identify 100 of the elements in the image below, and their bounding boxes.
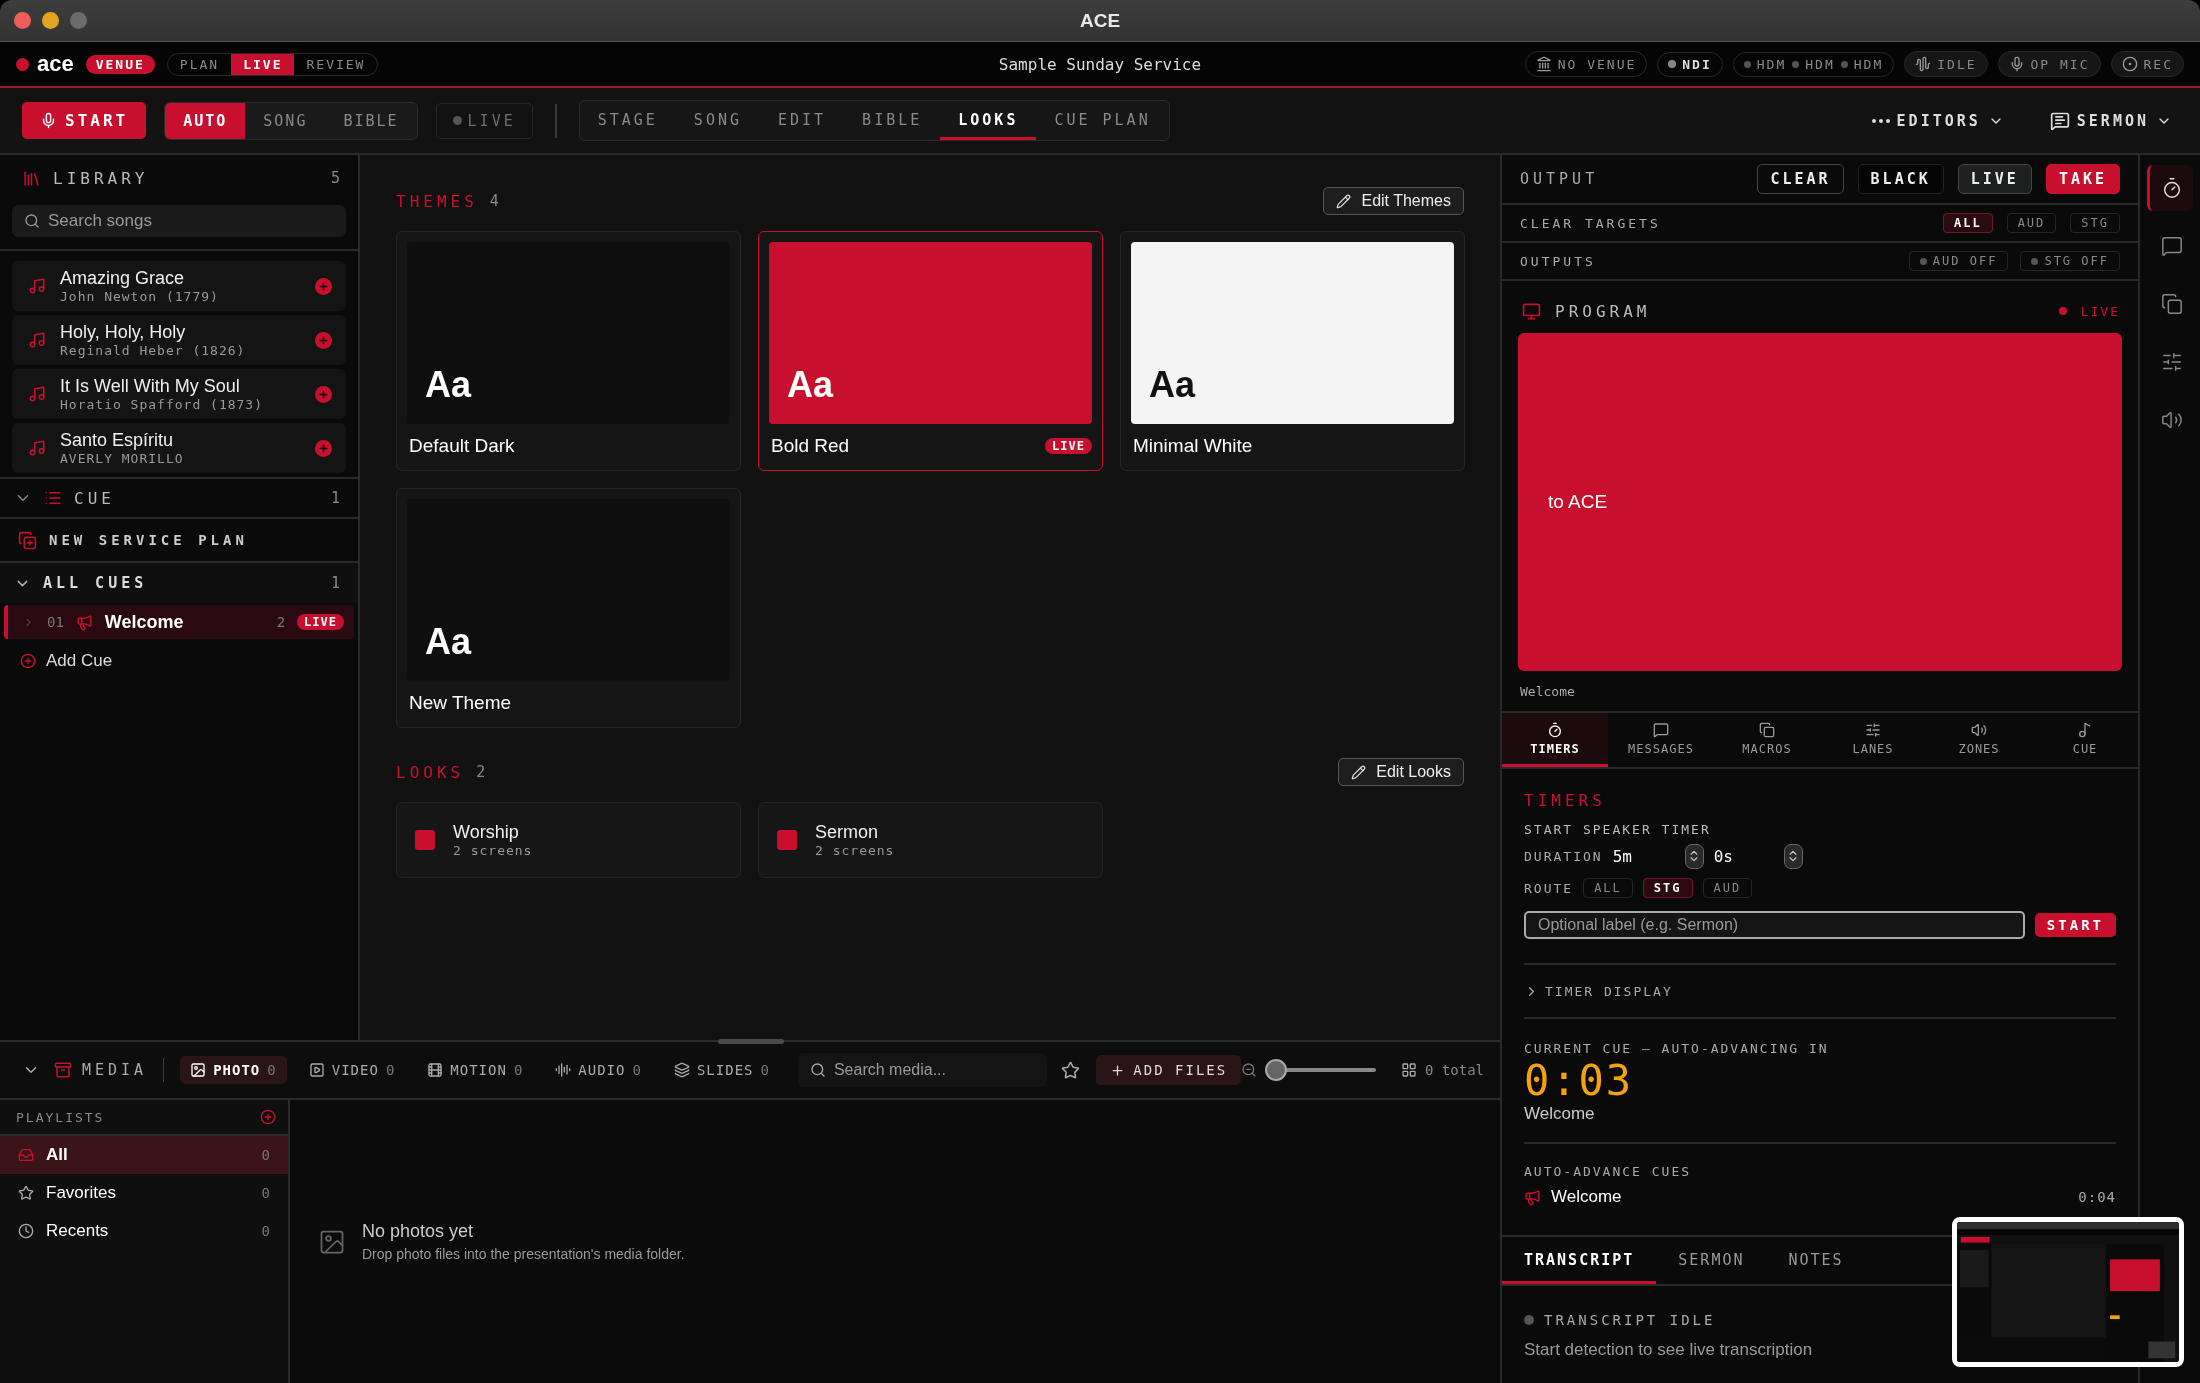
sidebar-tab[interactable]	[2147, 165, 2193, 211]
theme-card[interactable]: Aa Default Dark	[396, 231, 741, 471]
window-close-button[interactable]	[14, 12, 31, 29]
search-icon	[809, 1062, 826, 1078]
tool-tab[interactable]: MESSAGES	[1608, 713, 1714, 767]
playlist-item[interactable]: All 0	[0, 1136, 288, 1174]
media-tab[interactable]: PHOTO 0	[180, 1056, 287, 1084]
target-option[interactable]: AUD	[2006, 213, 2057, 233]
new-plan-button[interactable]: NEW SERVICE PLAN	[49, 532, 248, 548]
song-item[interactable]: It Is Well With My Soul Horatio Spafford (1873)	[12, 369, 346, 419]
plus-icon	[1110, 1062, 1126, 1078]
mode-toggle[interactable]: SONG	[245, 102, 326, 139]
theme-sample: Aa	[787, 364, 834, 406]
slider-thumb[interactable]	[1265, 1059, 1288, 1081]
stepper-button[interactable]	[1783, 843, 1803, 869]
output-toggle[interactable]: AUD OFF	[1908, 251, 2009, 271]
route-option[interactable]: STG	[1642, 878, 1693, 898]
view-tab[interactable]: BIBLE	[844, 101, 941, 140]
look-icon	[777, 830, 797, 850]
media-tab[interactable]: AUDIO 0	[545, 1056, 652, 1084]
look-card[interactable]: Sermon 2 screens	[758, 802, 1103, 878]
playlist-item[interactable]: Favorites 0	[0, 1174, 288, 1212]
field-label: DURATION	[1524, 848, 1603, 864]
add-files-button[interactable]: ADD FILES	[1096, 1055, 1242, 1085]
target-option[interactable]: ALL	[1942, 213, 1993, 233]
mode-toggle[interactable]: AUTO	[165, 102, 246, 139]
start-button[interactable]: START	[22, 102, 147, 139]
media-tab[interactable]: MOTION 0	[417, 1056, 534, 1084]
add-button[interactable]	[315, 331, 332, 349]
message-icon	[2049, 110, 2070, 131]
playlist-item[interactable]: Recents 0	[0, 1212, 288, 1250]
pencil-icon	[1351, 764, 1367, 780]
add-plan-icon	[18, 530, 37, 550]
output-button[interactable]: BLACK	[1857, 164, 1944, 194]
view-tab[interactable]: EDIT	[760, 101, 845, 140]
service-title: Sample Sunday Service	[998, 54, 1202, 74]
look-card[interactable]: Worship 2 screens	[396, 802, 741, 878]
section-title: PLAYLISTS	[16, 1109, 105, 1125]
song-item[interactable]: Holy, Holy, Holy Reginald Heber (1826)	[12, 315, 346, 365]
theme-card[interactable]: Aa New Theme	[396, 488, 741, 728]
media-tab[interactable]: SLIDES 0	[663, 1056, 780, 1084]
music-note-icon	[28, 331, 46, 349]
sliders-icon	[1865, 721, 1881, 738]
search-field[interactable]: Search media...	[797, 1053, 1048, 1087]
theme-card[interactable]: Aa Bold Red LIVE	[758, 231, 1103, 471]
section-subtitle: CURRENT CUE — AUTO-ADVANCING IN	[1524, 1041, 1830, 1056]
theme-card[interactable]: Aa Minimal White	[1120, 231, 1465, 471]
target-option[interactable]: STG	[2070, 213, 2120, 233]
output-button[interactable]: TAKE	[2045, 164, 2120, 194]
live-button[interactable]: LIVE	[435, 102, 533, 139]
row-label: CLEAR TARGETS	[1520, 215, 1661, 231]
cue-item[interactable]: 01 Welcome 2 LIVE	[4, 605, 354, 639]
count-label: 0	[261, 1147, 270, 1163]
output-toggle[interactable]: STG OFF	[2020, 251, 2120, 271]
mode-toggle[interactable]: BIBLE	[325, 102, 417, 139]
tool-tab[interactable]: CUE	[2032, 713, 2138, 767]
resize-handle[interactable]	[718, 1039, 784, 1044]
view-tab[interactable]: STAGE	[579, 101, 676, 140]
live-status: LIVE	[2080, 303, 2120, 319]
tool-tab[interactable]: MACROS	[1714, 713, 1820, 767]
edit-themes-button[interactable]: Edit Themes	[1323, 187, 1464, 215]
notes-tab[interactable]: SERMON	[1656, 1237, 1767, 1285]
sermon-menu[interactable]: SERMON	[2043, 109, 2178, 132]
tool-tab[interactable]: TIMERS	[1502, 713, 1608, 767]
add-cue-button[interactable]: Add Cue	[0, 641, 133, 681]
add-button[interactable]	[315, 277, 332, 295]
add-button[interactable]	[315, 385, 332, 403]
song-item[interactable]: Santo Espíritu AVERLY MORILLO	[12, 423, 346, 473]
view-tab[interactable]: CUE PLAN	[1036, 101, 1169, 140]
empty-title: No photos yet	[362, 1221, 475, 1242]
song-item[interactable]: Amazing Grace John Newton (1779)	[12, 261, 346, 311]
view-tab[interactable]: LOOKS	[940, 101, 1037, 140]
output-button[interactable]: CLEAR	[1757, 164, 1844, 194]
add-button[interactable]	[315, 439, 332, 457]
editors-menu[interactable]: EDITORS	[1865, 110, 2010, 131]
mode-tab[interactable]: REVIEW	[294, 53, 378, 75]
label-field[interactable]: Optional label (e.g. Sermon)	[1524, 911, 2025, 939]
notes-tab[interactable]: TRANSCRIPT	[1502, 1237, 1657, 1285]
clock-icon	[18, 1223, 34, 1239]
start-timer-button[interactable]: START	[2034, 913, 2116, 937]
plus-icon	[318, 280, 329, 292]
edit-looks-button[interactable]: Edit Looks	[1338, 758, 1464, 786]
mode-tab[interactable]: PLAN	[167, 53, 232, 75]
stepper-button[interactable]	[1684, 843, 1704, 869]
route-option[interactable]: AUD	[1702, 878, 1753, 898]
count-label: 5	[330, 169, 340, 187]
route-option[interactable]: ALL	[1583, 878, 1633, 898]
view-tab[interactable]: SONG	[675, 101, 760, 140]
tool-tab[interactable]: ZONES	[1926, 713, 2032, 767]
mode-tab[interactable]: LIVE	[231, 53, 295, 75]
window-minimize-button[interactable]	[42, 12, 59, 29]
grid-icon	[1401, 1062, 1417, 1078]
app-logo: ace	[37, 51, 74, 77]
tool-tab[interactable]: LANES	[1820, 713, 1926, 767]
media-tab[interactable]: VIDEO 0	[298, 1056, 406, 1084]
search-field[interactable]: Search songs	[12, 205, 346, 237]
timer-display-toggle[interactable]: TIMER DISPLAY	[1545, 983, 1673, 999]
window-zoom-button[interactable]	[70, 12, 87, 29]
notes-tab[interactable]: NOTES	[1766, 1237, 1866, 1285]
output-button[interactable]: LIVE	[1957, 164, 2032, 194]
